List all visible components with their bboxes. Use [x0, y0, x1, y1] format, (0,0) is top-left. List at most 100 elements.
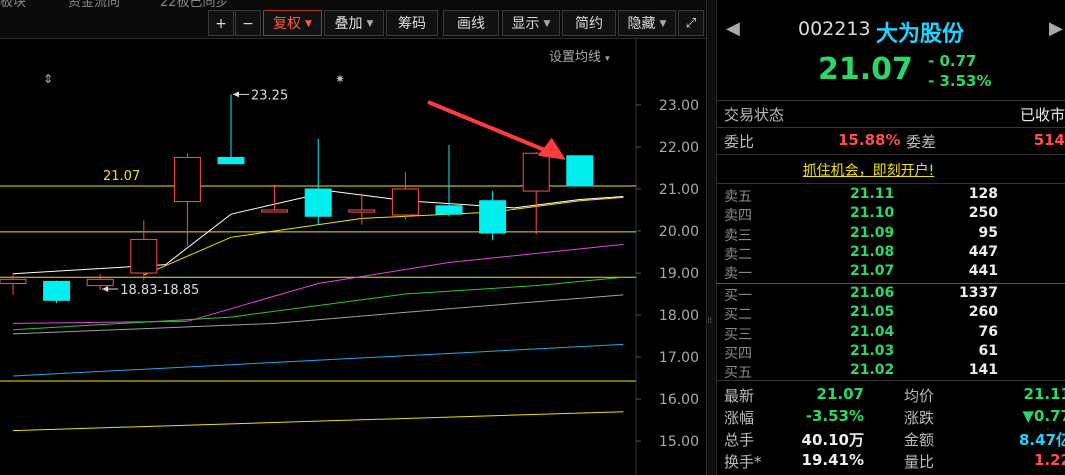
open-account-link[interactable]: 抓住机会，即刻开户!: [803, 163, 935, 179]
y-tick-label: 18.00: [659, 308, 699, 324]
bids-row[interactable]: 买四 21.03 61: [716, 342, 1065, 362]
stat-label: 总手: [724, 431, 755, 449]
bids-row[interactable]: 买五 21.02 141: [716, 362, 1065, 381]
ma-settings-dropdown[interactable]: 设置均线 ▾: [549, 46, 610, 65]
asks-volume: 95: [978, 224, 998, 241]
price-change-pct: - 3.53%: [928, 72, 992, 90]
draw-line-button[interactable]: 画线: [443, 10, 499, 36]
divider: [716, 283, 1065, 284]
chart-toolbar: 板块 资金流向 22板已同步 + − 复权 ▼ 叠加 ▼ 筹码 画线 显示 ▼ 简约 隐藏…: [0, 0, 706, 39]
price-change: - 0.77: [928, 52, 977, 70]
candle-up: [130, 238, 158, 274]
trade-status-row: 交易状态 已收市: [716, 104, 1065, 124]
zoom-in-button[interactable]: +: [208, 10, 234, 36]
bids-row[interactable]: 买三 21.04 76: [716, 323, 1065, 343]
y-tick-label: 20.00: [659, 224, 699, 240]
prev-stock-icon[interactable]: ◀: [726, 18, 740, 39]
chevron-down-icon: ▼: [543, 19, 551, 29]
ma10-line: [143, 196, 624, 276]
expand-icon[interactable]: ⤢: [678, 10, 704, 36]
y-tick-label: 17.00: [659, 350, 699, 366]
asks-price: 21.10: [850, 205, 895, 222]
candle-down: [566, 155, 594, 187]
stat-value: 19.41%: [801, 451, 864, 469]
status-value: 已收市: [1019, 106, 1065, 124]
candlestick-chart[interactable]: 23.00 22.00 21.00 20.00 19.00 18.00 17.00 16.00…: [0, 38, 706, 475]
asks-row[interactable]: 卖二 21.08 447: [716, 243, 1065, 263]
status-label: 交易状态: [724, 106, 785, 124]
asks-price: 21.08: [850, 243, 895, 260]
annotation-arrowhead: [102, 285, 109, 292]
display-dropdown[interactable]: 显示 ▼: [502, 10, 560, 36]
candle-up: [391, 188, 419, 216]
annotation-arrowhead: [233, 91, 239, 98]
stat-value: ▼0.77: [1022, 407, 1065, 425]
zoom-out-button[interactable]: −: [235, 10, 261, 36]
asks-row[interactable]: 卖五 21.11 128: [716, 186, 1065, 205]
candle-down: [304, 188, 332, 217]
ma250-line: [12, 411, 624, 432]
stat-value: 40.10万: [801, 431, 864, 449]
candle-up: [86, 278, 114, 287]
stock-name: 大为股份: [876, 22, 965, 47]
stat-value: 21.11: [1023, 385, 1065, 403]
annotation-label: 18.83-18.85: [120, 283, 199, 298]
asks-price: 21.07: [850, 263, 895, 280]
event-marker-icon: ⇕: [43, 72, 53, 86]
divider: [716, 127, 1065, 128]
asks-price: 21.11: [850, 186, 895, 202]
stat-label: 量比: [904, 453, 935, 471]
bids-level-label: 买三: [724, 326, 752, 343]
promo-row: 抓住机会，即刻开户!: [716, 160, 1065, 180]
weibi-row: 委比 15.88% 委差 514: [716, 131, 1065, 151]
ma120-line: [12, 343, 624, 377]
asks-level-label: 卖二: [724, 246, 752, 263]
stat-value: 1.22: [1033, 451, 1065, 469]
fuquan-dropdown[interactable]: 复权 ▼: [263, 10, 322, 36]
candle-up: [261, 209, 289, 213]
asks-row[interactable]: 卖一 21.07 441: [716, 263, 1065, 283]
bids-row[interactable]: 买一 21.06 1337: [716, 285, 1065, 304]
stat-label: 均价: [904, 387, 935, 405]
asks-row[interactable]: 卖四 21.10 250: [716, 205, 1065, 225]
asks-level-label: 卖四: [724, 208, 752, 225]
asks-volume: 447: [968, 243, 998, 260]
ma60-line: [12, 294, 624, 335]
y-tick-label: 19.00: [659, 266, 699, 282]
stat-label: 涨跌: [904, 409, 935, 427]
red-arrow-icon: [427, 100, 555, 156]
bids-price: 21.06: [850, 285, 895, 301]
stat-label: 金额: [904, 431, 935, 449]
stat-value: 8.47亿: [1018, 431, 1065, 449]
bids-volume: 141: [968, 362, 998, 379]
asks-volume: 441: [968, 263, 998, 280]
simple-button[interactable]: 简约: [562, 10, 616, 36]
chevron-down-icon: ▼: [366, 19, 374, 29]
stat-label: 涨幅: [724, 409, 755, 427]
toolbar-ghost-item: 资金流向: [68, 0, 121, 10]
bids-price: 21.05: [850, 304, 895, 321]
overlay-label: 叠加: [334, 16, 363, 32]
candle-up: [0, 278, 27, 285]
y-tick-label: 15.00: [659, 434, 699, 450]
asks-level-label: 卖一: [724, 266, 752, 283]
next-stock-icon[interactable]: ▶: [1049, 18, 1063, 39]
candle-up: [522, 152, 550, 192]
candle-down: [217, 156, 245, 165]
stat-value: 21.07: [816, 385, 864, 403]
bids-volume: 61: [978, 342, 998, 359]
asks-row[interactable]: 卖三 21.09 95: [716, 224, 1065, 244]
candle-up: [348, 209, 376, 213]
divider: [716, 100, 1065, 101]
annotation-label: 23.25: [251, 88, 288, 103]
bids-price: 21.04: [850, 323, 895, 340]
candle-down: [435, 205, 463, 215]
hide-dropdown[interactable]: 隐藏 ▼: [618, 10, 676, 36]
bids-row[interactable]: 买二 21.05 260: [716, 304, 1065, 323]
bids-volume: 1337: [959, 285, 998, 301]
overlay-dropdown[interactable]: 叠加 ▼: [324, 10, 384, 36]
asks-volume: 128: [968, 186, 998, 202]
weibi-label: 委比: [724, 133, 755, 151]
chips-button[interactable]: 筹码: [386, 10, 438, 36]
divider: [716, 380, 1065, 381]
